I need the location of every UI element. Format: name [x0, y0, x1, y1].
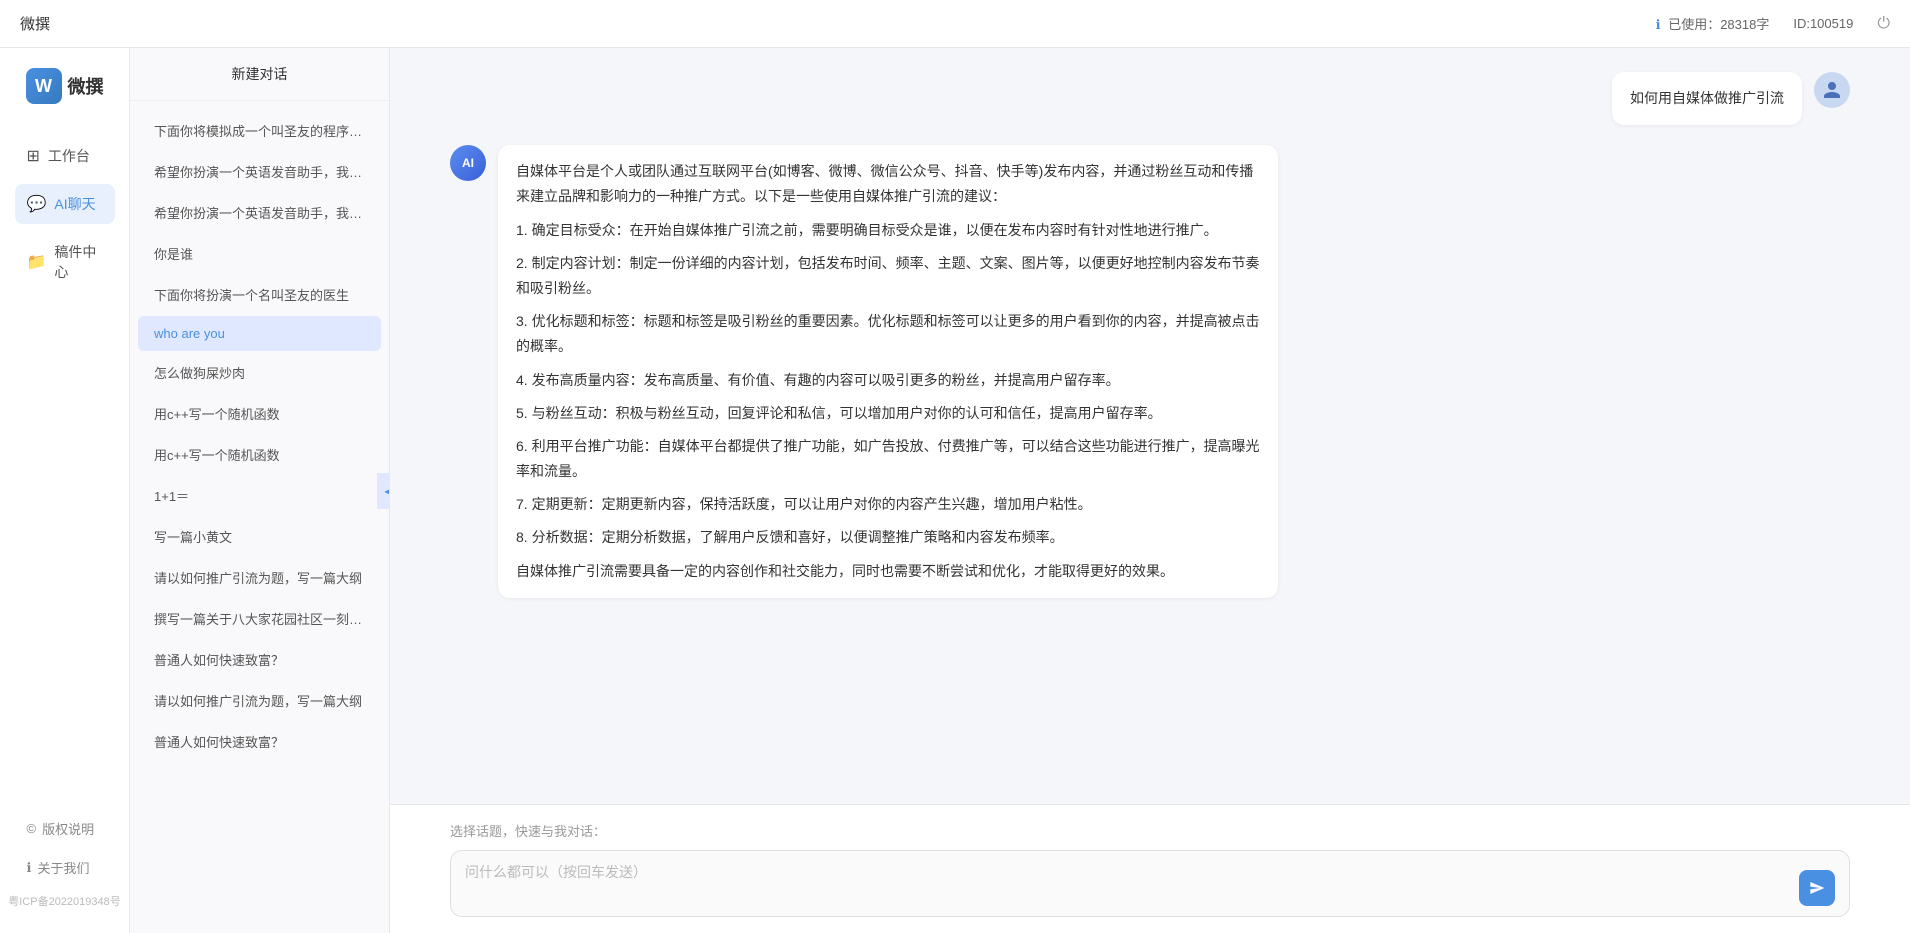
ai-para-5: 5. 与粉丝互动：积极与粉丝互动，回复评论和私信，可以增加用户对你的认可和信任，… — [516, 401, 1260, 426]
about-icon: ℹ — [27, 860, 32, 876]
list-item[interactable]: 你是谁 — [138, 234, 381, 273]
id-label: ID:100519 — [1793, 16, 1853, 31]
drafts-icon: 📁 — [27, 252, 47, 272]
topbar: 微撰 ℹ 已使用：28318字 ID:100519 ⏻ — [0, 0, 1910, 48]
topbar-right: ℹ 已使用：28318字 ID:100519 ⏻ — [1656, 14, 1890, 33]
nav-copyright[interactable]: © 版权说明 — [15, 811, 115, 846]
topbar-title: 微撰 — [20, 13, 50, 34]
list-item[interactable]: 普通人如何快速致富？ — [138, 722, 381, 761]
copyright-icon: © — [27, 821, 37, 836]
left-nav: W 微撰 ⊞ 工作台 💬 AI聊天 📁 稿件中心 © 版权说明 ℹ 关于我们 粤… — [0, 48, 130, 933]
nav-label-ai-chat: AI聊天 — [54, 194, 95, 214]
nav-label-workbench: 工作台 — [48, 146, 90, 166]
ai-message-bubble: 自媒体平台是个人或团队通过互联网平台(如博客、微博、微信公众号、抖音、快手等)发… — [498, 145, 1278, 598]
ai-para-9: 自媒体推广引流需要具备一定的内容创作和社交能力，同时也需要不断尝试和优化，才能取… — [516, 559, 1260, 584]
list-item[interactable]: 下面你将扮演一个名叫圣友的医生 — [138, 275, 381, 314]
list-item[interactable]: 1+1＝ — [138, 476, 381, 515]
nav-item-workbench[interactable]: ⊞ 工作台 — [15, 136, 115, 176]
ai-para-6: 6. 利用平台推广功能：自媒体平台都提供了推广功能，如广告投放、付费推广等，可以… — [516, 434, 1260, 484]
chat-input[interactable] — [465, 861, 1787, 906]
list-item[interactable]: 用c++写一个随机函数 — [138, 435, 381, 474]
main-layout: W 微撰 ⊞ 工作台 💬 AI聊天 📁 稿件中心 © 版权说明 ℹ 关于我们 粤… — [0, 48, 1910, 933]
copyright-label: 版权说明 — [42, 819, 94, 838]
quick-topics-label: 选择话题，快速与我对话： — [450, 821, 1850, 840]
about-label: 关于我们 — [37, 858, 89, 877]
logo-w-icon: W — [26, 68, 62, 104]
list-item[interactable]: 写一篇小黄文 — [138, 517, 381, 556]
nav-about[interactable]: ℹ 关于我们 — [15, 850, 115, 885]
workbench-icon: ⊞ — [27, 146, 40, 166]
icp-text: 粤ICP备2022019348号 — [0, 889, 129, 913]
send-button[interactable] — [1799, 870, 1835, 906]
ai-para-1: 1. 确定目标受众：在开始自媒体推广引流之前，需要明确目标受众是谁，以便在发布内… — [516, 218, 1260, 243]
user-message-bubble: 如何用自媒体做推广引流 — [1612, 72, 1802, 125]
list-item[interactable]: 请以如何推广引流为题，写一篇大纲 — [138, 558, 381, 597]
nav-item-ai-chat[interactable]: 💬 AI聊天 — [15, 184, 115, 224]
ai-chat-icon: 💬 — [27, 194, 47, 214]
ai-para-2: 2. 制定内容计划：制定一份详细的内容计划，包括发布时间、频率、主题、文案、图片… — [516, 251, 1260, 301]
usage-info: ℹ 已使用：28318字 — [1656, 14, 1770, 33]
list-item[interactable]: 用c++写一个随机函数 — [138, 394, 381, 433]
list-item[interactable]: 请以如何推广引流为题，写一篇大纲 — [138, 681, 381, 720]
list-item[interactable]: 希望你扮演一个英语发音助手，我提供给你... — [138, 152, 381, 191]
list-item[interactable]: 普通人如何快速致富？ — [138, 640, 381, 679]
usage-label: 已使用：28318字 — [1668, 17, 1769, 32]
logo-text: 微撰 — [68, 73, 104, 99]
chat-messages: 如何用自媒体做推广引流 AI 自媒体平台是个人或团队通过互联网平台(如博客、微博… — [390, 48, 1910, 804]
user-avatar — [1814, 72, 1850, 108]
ai-para-0: 自媒体平台是个人或团队通过互联网平台(如博客、微博、微信公众号、抖音、快手等)发… — [516, 159, 1260, 209]
nav-item-drafts[interactable]: 📁 稿件中心 — [15, 232, 115, 292]
message-row-ai: AI 自媒体平台是个人或团队通过互联网平台(如博客、微博、微信公众号、抖音、快手… — [450, 145, 1850, 598]
ai-para-3: 3. 优化标题和标签：标题和标签是吸引粉丝的重要因素。优化标题和标签可以让更多的… — [516, 309, 1260, 359]
list-item-who-are-you[interactable]: who are you — [138, 316, 381, 351]
nav-label-drafts: 稿件中心 — [54, 242, 102, 282]
list-item[interactable]: 希望你扮演一个英语发音助手，我提供给你... — [138, 193, 381, 232]
logo-area: W 微撰 — [26, 68, 104, 104]
new-chat-button[interactable]: 新建对话 — [130, 48, 389, 101]
list-item[interactable]: 怎么做狗屎炒肉 — [138, 353, 381, 392]
ai-para-7: 7. 定期更新：定期更新内容，保持活跃度，可以让用户对你的内容产生兴趣，增加用户… — [516, 492, 1260, 517]
power-button[interactable]: ⏻ — [1877, 15, 1890, 33]
ai-avatar: AI — [450, 145, 486, 181]
collapse-sidebar-button[interactable]: ◀ — [377, 473, 390, 509]
ai-para-4: 4. 发布高质量内容：发布高质量、有价值、有趣的内容可以吸引更多的粉丝，并提高用… — [516, 368, 1260, 393]
nav-bottom: © 版权说明 ℹ 关于我们 粤ICP备2022019348号 — [0, 811, 129, 913]
input-wrapper — [450, 850, 1850, 917]
sidebar-list: 下面你将模拟成一个叫圣友的程序员、我说... 希望你扮演一个英语发音助手，我提供… — [130, 101, 389, 933]
message-row-user: 如何用自媒体做推广引流 — [450, 72, 1850, 125]
chat-input-area: 选择话题，快速与我对话： — [390, 804, 1910, 933]
list-item[interactable]: 撰写一篇关于八大家花园社区一刻钟便民生... — [138, 599, 381, 638]
list-item[interactable]: 下面你将模拟成一个叫圣友的程序员、我说... — [138, 111, 381, 150]
info-icon: ℹ — [1656, 17, 1661, 32]
ai-para-8: 8. 分析数据：定期分析数据，了解用户反馈和喜好，以便调整推广策略和内容发布频率… — [516, 525, 1260, 550]
sidebar: 新建对话 下面你将模拟成一个叫圣友的程序员、我说... 希望你扮演一个英语发音助… — [130, 48, 390, 933]
chat-area: 如何用自媒体做推广引流 AI 自媒体平台是个人或团队通过互联网平台(如博客、微博… — [390, 48, 1910, 933]
